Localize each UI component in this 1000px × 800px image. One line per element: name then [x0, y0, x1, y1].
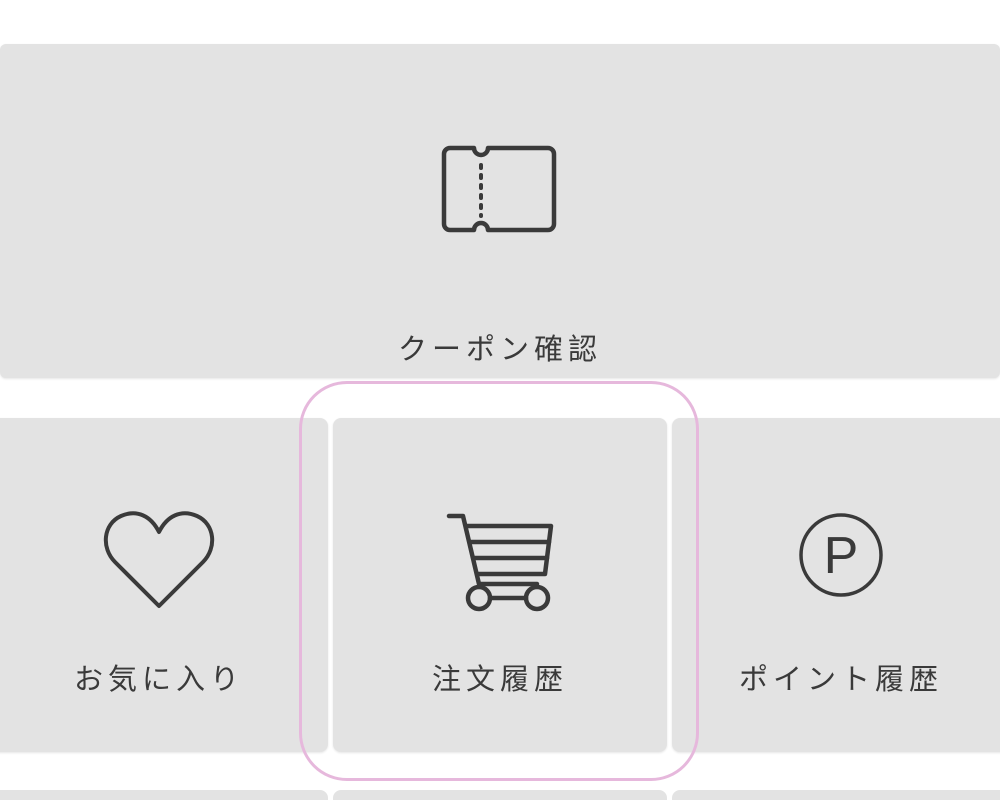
next-row-tile[interactable] [333, 790, 667, 800]
next-row-tile[interactable] [672, 790, 1000, 800]
points-icon-glyph: P [824, 527, 859, 585]
order-history-tile[interactable]: 注文履歴 [333, 418, 667, 752]
coupon-tile[interactable]: クーポン確認 [0, 44, 1000, 378]
heart-icon [104, 511, 214, 608]
my-page-menu: クーポン確認 お気に入り 注文履歴 P ポイント履歴 [0, 0, 1000, 800]
favorites-tile[interactable]: お気に入り [0, 418, 328, 752]
coupon-label: クーポン確認 [397, 332, 602, 366]
cart-icon [446, 513, 554, 612]
favorites-label: お気に入り [73, 662, 244, 696]
points-history-tile[interactable]: P ポイント履歴 [672, 418, 1000, 752]
next-row-tile[interactable] [0, 790, 328, 800]
ticket-icon [441, 145, 557, 233]
points-icon: P [799, 513, 883, 597]
order-history-label: 注文履歴 [431, 662, 568, 696]
points-history-label: ポイント履歴 [738, 662, 943, 696]
